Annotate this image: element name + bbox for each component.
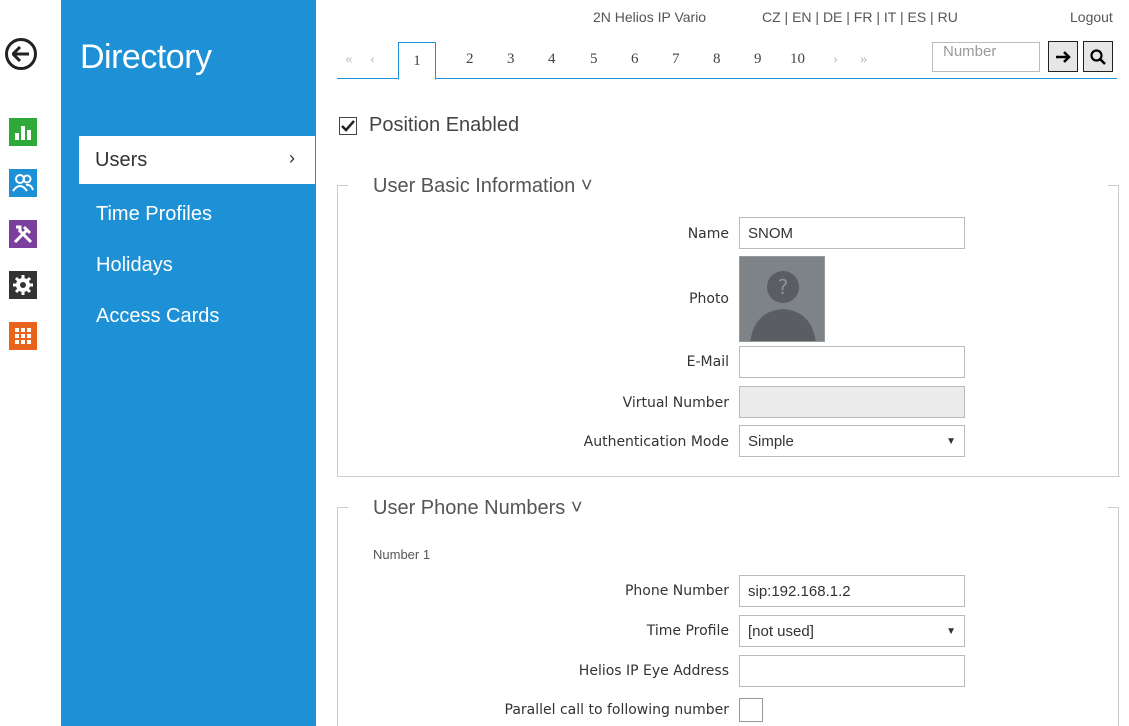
auth-mode-select[interactable]: Simple ▼ [739, 425, 965, 457]
logout-link[interactable]: Logout [1070, 9, 1113, 25]
parallel-call-label: Parallel call to following number [504, 702, 730, 718]
tools-icon[interactable] [9, 220, 37, 248]
fieldset-border [1108, 507, 1118, 508]
grid-icon[interactable] [9, 322, 37, 350]
position-enabled[interactable]: Position Enabled [339, 114, 519, 137]
pager-last[interactable]: » [860, 51, 868, 68]
sidebar-item-label: Time Profiles [96, 202, 212, 225]
photo-label: Photo [689, 291, 729, 307]
search-icon[interactable] [1083, 41, 1113, 72]
chevron-right-icon: › [289, 148, 295, 168]
number-search-input[interactable]: Number [932, 42, 1040, 72]
pager-page[interactable]: 9 [754, 51, 762, 68]
pager-page-active[interactable]: 1 [398, 42, 436, 80]
pager-next[interactable]: › [833, 51, 838, 68]
eye-address-label: Helios IP Eye Address [578, 663, 729, 679]
number-heading: Number 1 [373, 547, 431, 562]
time-profile-select[interactable]: [not used] ▼ [739, 615, 965, 647]
phone-number-field[interactable]: sip:192.168.1.2 [739, 575, 965, 607]
status-chart-icon[interactable] [9, 118, 37, 146]
position-enabled-checkbox[interactable] [339, 116, 357, 135]
fieldset-border [338, 185, 348, 186]
sidebar-item-label: Holidays [96, 253, 173, 276]
language-selector[interactable]: CZ | EN | DE | FR | IT | ES | RU [762, 9, 958, 25]
user-silhouette-icon: ? [740, 257, 824, 341]
phone-numbers-title[interactable]: User Phone Numbers ˅ [373, 497, 583, 520]
chevron-down-icon: ▼ [946, 626, 956, 637]
pager-page[interactable]: 8 [713, 51, 721, 68]
photo-placeholder[interactable]: ? [739, 256, 825, 342]
device-name: 2N Helios IP Vario [593, 9, 707, 25]
position-enabled-label: Position Enabled [369, 114, 520, 136]
sidebar-item-time-profiles[interactable]: Time Profiles [80, 190, 316, 238]
phone-number-label: Phone Number [624, 583, 729, 599]
auth-mode-label: Authentication Mode [583, 434, 729, 450]
fieldset-border [1108, 185, 1118, 186]
time-profile-label: Time Profile [646, 623, 729, 639]
chevron-down-icon: ▼ [946, 436, 956, 447]
sidebar-item-label: Access Cards [96, 304, 220, 327]
pager-page[interactable]: 6 [631, 51, 639, 68]
fieldset-border [338, 507, 348, 508]
eye-address-field[interactable] [739, 655, 965, 687]
pager-page[interactable]: 5 [590, 51, 598, 68]
virtual-number-field [739, 386, 965, 418]
go-arrow-button[interactable] [1048, 41, 1078, 72]
parallel-call-checkbox[interactable] [739, 698, 763, 722]
basic-info-title[interactable]: User Basic Information ˅ [373, 175, 593, 198]
fieldset-border [338, 476, 1120, 477]
pager-page[interactable]: 3 [507, 51, 515, 68]
time-profile-value: [not used] [748, 622, 814, 640]
sidebar-item-access-cards[interactable]: Access Cards [80, 292, 316, 340]
gear-icon[interactable] [9, 271, 37, 299]
sidebar-title: Directory [80, 38, 212, 76]
pager-page[interactable]: 2 [466, 51, 474, 68]
email-label: E-Mail [686, 354, 729, 370]
back-arrow-icon[interactable] [5, 38, 37, 70]
sidebar: Directory Users › Time Profiles Holidays… [61, 0, 316, 726]
phone-numbers-fieldset [337, 507, 1119, 726]
virtual-number-label: Virtual Number [622, 395, 729, 411]
pager-page[interactable]: 7 [672, 51, 680, 68]
sidebar-item-label: Users [95, 148, 148, 171]
pager-page[interactable]: 10 [790, 51, 805, 68]
icon-rail [0, 0, 40, 726]
name-label: Name [687, 226, 729, 242]
pager-page[interactable]: 4 [548, 51, 556, 68]
svg-text:?: ? [778, 275, 789, 299]
name-field[interactable]: SNOM [739, 217, 965, 249]
sidebar-item-users[interactable]: Users › [79, 136, 315, 184]
auth-mode-value: Simple [748, 432, 794, 450]
users-icon[interactable] [9, 169, 37, 197]
sidebar-item-holidays[interactable]: Holidays [80, 241, 316, 289]
email-field[interactable] [739, 346, 965, 378]
pager-first[interactable]: « [345, 51, 353, 68]
pager-prev[interactable]: ‹ [370, 51, 375, 68]
